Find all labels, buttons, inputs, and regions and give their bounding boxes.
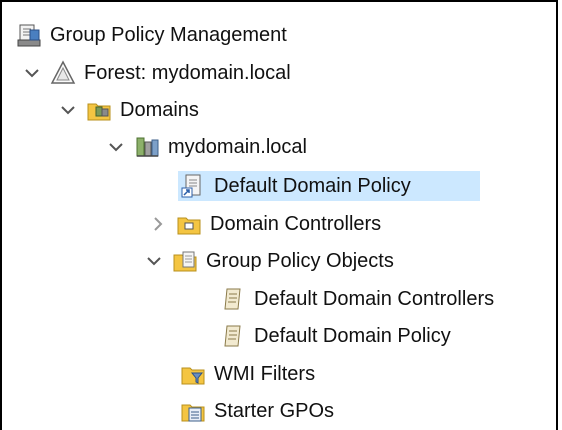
- tree-item-gpo-default-domain-controllers[interactable]: Default Domain Controllers: [220, 284, 494, 314]
- gpo-icon: [220, 286, 246, 312]
- chevron-down-icon[interactable]: [106, 137, 126, 157]
- tree-item-domain-label: mydomain.local: [168, 136, 307, 158]
- tree-item-gpo-default-domain-policy[interactable]: Default Domain Policy: [220, 321, 451, 351]
- tree-item-gpo-default-domain-controllers-label: Default Domain Controllers: [254, 288, 495, 310]
- chevron-down-icon[interactable]: [22, 63, 42, 83]
- tree-item-group-policy-objects-label: Group Policy Objects: [206, 250, 394, 272]
- tree-item-starter-gpos-label: Starter GPOs: [214, 400, 335, 422]
- gpo-folder-icon: [172, 248, 198, 274]
- tree-root-label: Group Policy Management: [50, 24, 287, 46]
- starter-gpo-folder-icon: [180, 398, 206, 424]
- gpo-link-icon: [180, 173, 206, 199]
- domain-icon: [134, 134, 160, 160]
- chevron-right-icon[interactable]: [148, 214, 168, 234]
- domains-folder-icon: [86, 97, 112, 123]
- tree-item-wmi-filters-label: WMI Filters: [214, 363, 316, 385]
- tree-item-forest-label: Forest: mydomain.local: [84, 62, 291, 84]
- tree-item-domains[interactable]: Domains: [58, 95, 199, 125]
- ou-folder-icon: [176, 211, 202, 237]
- gpm-tree-pane: Group Policy Management Forest: mydomain…: [0, 0, 558, 430]
- gpm-console-icon: [16, 22, 42, 48]
- tree-item-gpo-default-domain-policy-label: Default Domain Policy: [254, 325, 451, 347]
- tree-item-domain-controllers[interactable]: Domain Controllers: [148, 209, 381, 239]
- wmi-filter-folder-icon: [180, 361, 206, 387]
- gpo-icon: [220, 323, 246, 349]
- chevron-down-icon[interactable]: [58, 100, 78, 120]
- forest-icon: [50, 60, 76, 86]
- tree-item-wmi-filters[interactable]: WMI Filters: [180, 359, 315, 389]
- tree-item-default-domain-policy-link[interactable]: Default Domain Policy: [178, 171, 480, 201]
- tree-item-domain-controllers-label: Domain Controllers: [210, 213, 382, 235]
- chevron-down-icon[interactable]: [144, 251, 164, 271]
- tree-item-domains-label: Domains: [120, 99, 199, 121]
- tree-item-group-policy-objects[interactable]: Group Policy Objects: [144, 246, 394, 276]
- tree-item-starter-gpos[interactable]: Starter GPOs: [180, 396, 334, 426]
- tree-item-default-domain-policy-link-label: Default Domain Policy: [214, 175, 411, 197]
- tree-root[interactable]: Group Policy Management: [16, 20, 287, 50]
- tree-item-domain[interactable]: mydomain.local: [106, 132, 307, 162]
- tree-item-forest[interactable]: Forest: mydomain.local: [22, 58, 291, 88]
